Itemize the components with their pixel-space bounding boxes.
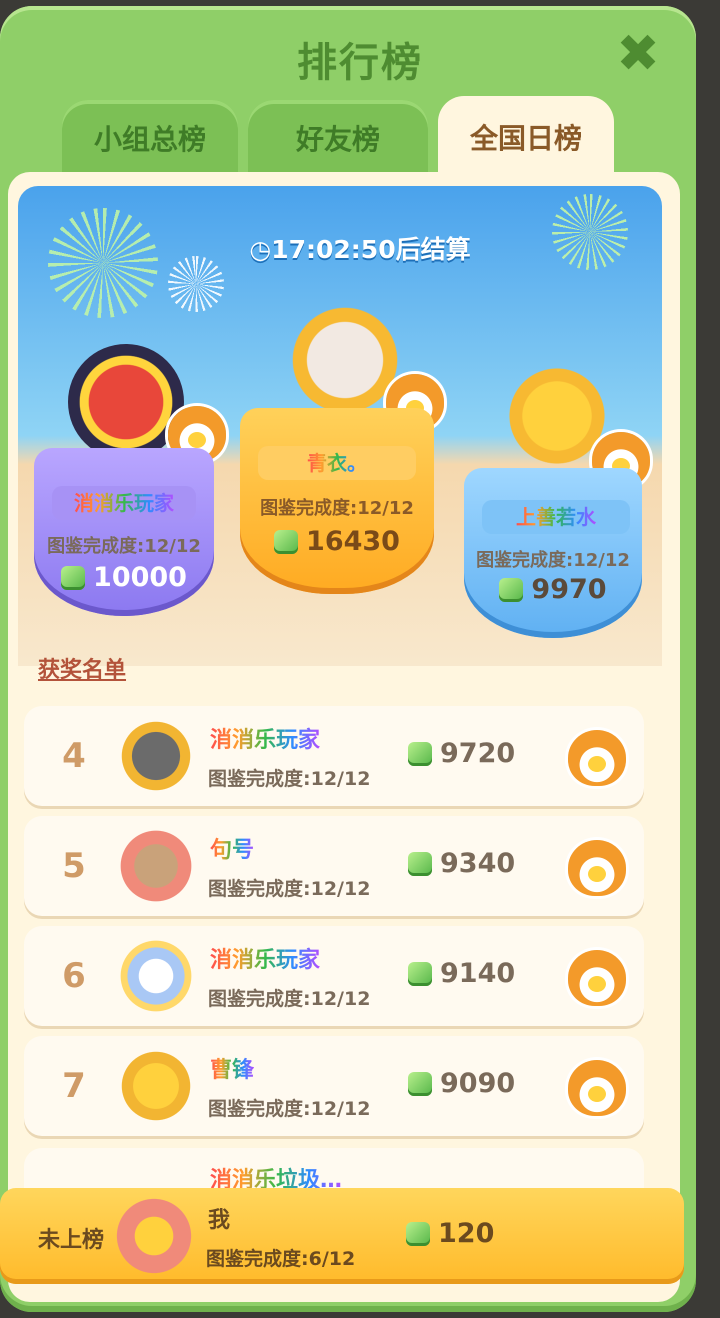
tab-friends[interactable]: 好友榜	[248, 100, 428, 180]
podium-progress: 图鉴完成度:12/12	[47, 536, 201, 557]
avatar[interactable]	[116, 936, 196, 1016]
podium-name: 消消乐玩家	[74, 491, 174, 515]
rank-number: 7	[62, 1066, 86, 1106]
gem-icon	[408, 742, 432, 766]
player-score: 9340	[440, 848, 516, 879]
clock-icon: ◷	[249, 235, 272, 264]
rank-number: 4	[62, 736, 86, 776]
table-row[interactable]: 6 消消乐玩家 图鉴完成度:12/12 9140	[24, 926, 644, 1026]
gem-icon	[274, 530, 299, 554]
table-row[interactable]: 4 消消乐玩家 图鉴完成度:12/12 9720	[24, 706, 644, 806]
tiger-badge-icon	[568, 730, 626, 786]
player-progress: 图鉴完成度:12/12	[208, 768, 371, 790]
gem-icon	[499, 578, 524, 602]
rank-number: 5	[62, 846, 86, 886]
player-name: 曹锋	[210, 1052, 254, 1084]
podium-progress: 图鉴完成度:12/12	[260, 498, 414, 519]
tiger-badge-icon	[568, 1060, 626, 1116]
podium-score: 9970	[531, 574, 607, 605]
my-progress: 图鉴完成度:6/12	[206, 1248, 356, 1270]
my-rank-bar[interactable]: 未上榜 我 图鉴完成度:6/12 120	[0, 1188, 684, 1284]
table-row[interactable]: 5 句号 图鉴完成度:12/12 9340	[24, 816, 644, 916]
podium-name: 青衣。	[307, 451, 367, 475]
podium-score: 16430	[306, 526, 400, 557]
avatar[interactable]	[116, 716, 196, 796]
player-name: 消消乐玩家	[210, 722, 320, 754]
gem-icon	[61, 566, 86, 590]
podium-progress: 图鉴完成度:12/12	[476, 550, 630, 571]
player-score: 9140	[440, 958, 516, 989]
gem-icon	[408, 1072, 432, 1096]
podium-name: 上善若水	[516, 505, 596, 529]
tab-national-daily[interactable]: 全国日榜	[438, 96, 614, 182]
player-progress: 图鉴完成度:12/12	[208, 878, 371, 900]
tab-group-total[interactable]: 小组总榜	[62, 100, 238, 180]
player-score: 9720	[440, 738, 516, 769]
table-row[interactable]: 7 曹锋 图鉴完成度:12/12 9090	[24, 1036, 644, 1136]
gem-icon	[408, 852, 432, 876]
tiger-badge-icon	[568, 950, 626, 1006]
avatar[interactable]	[116, 826, 196, 906]
rank-number: 6	[62, 956, 86, 996]
avatar[interactable]	[68, 344, 184, 460]
podium-score: 10000	[93, 562, 187, 593]
player-name: 句号	[210, 832, 254, 864]
avatar[interactable]	[116, 1046, 196, 1126]
player-progress: 图鉴完成度:12/12	[208, 988, 371, 1010]
close-icon[interactable]: ✖	[612, 28, 664, 80]
settlement-timer: ◷17:02:50后结算	[249, 235, 471, 264]
avatar[interactable]	[112, 1194, 196, 1278]
section-title: 获奖名单	[38, 658, 127, 683]
player-name: 消消乐玩家	[210, 942, 320, 974]
my-score: 120	[438, 1218, 495, 1249]
my-name: 我	[208, 1208, 231, 1233]
player-score: 9090	[440, 1068, 516, 1099]
gem-icon	[406, 1222, 430, 1246]
player-progress: 图鉴完成度:12/12	[208, 1098, 371, 1120]
rank-status: 未上榜	[38, 1228, 105, 1253]
tiger-badge-icon	[568, 840, 626, 896]
gem-icon	[408, 962, 432, 986]
